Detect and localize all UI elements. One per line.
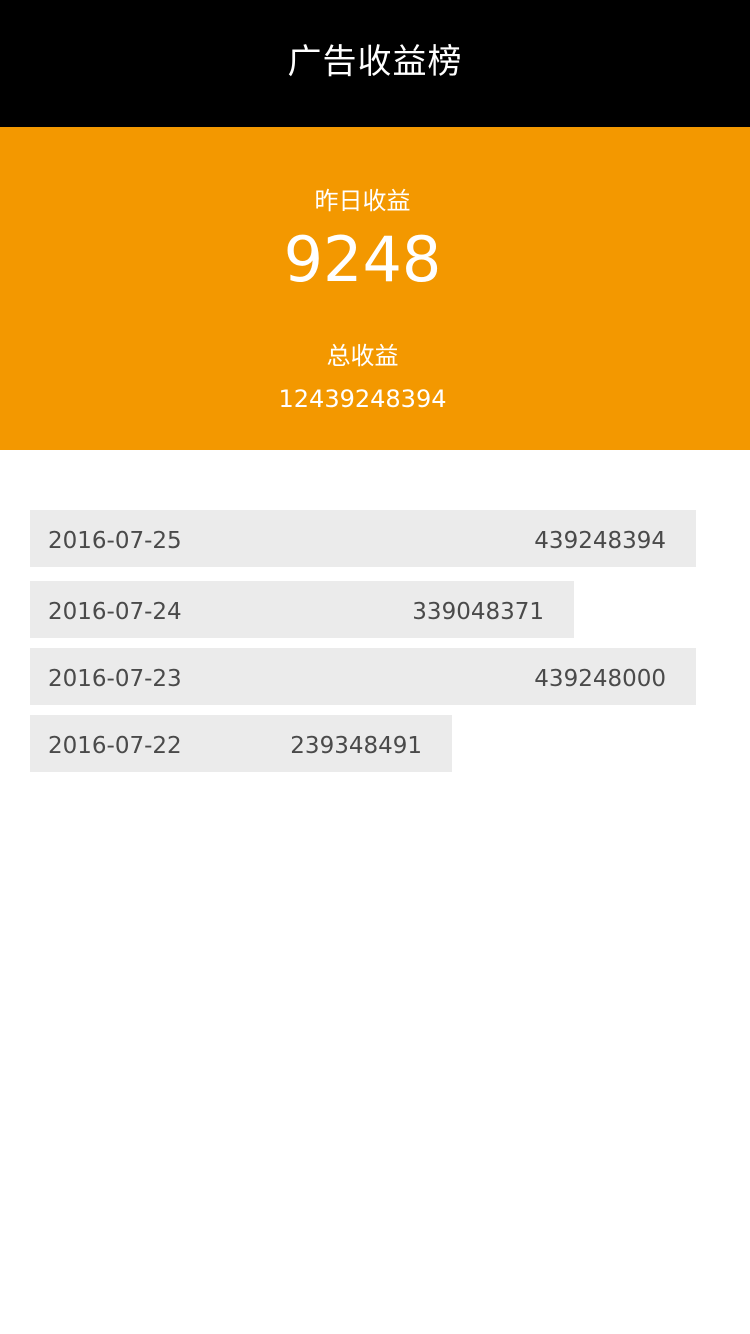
yesterday-earnings-value: 9248	[283, 223, 442, 296]
earnings-summary: 昨日收益 9248 总收益 12439248394	[0, 127, 750, 450]
ranking-row[interactable]: 2016-07-22 239348491	[30, 715, 452, 772]
row-date: 2016-07-25	[48, 528, 182, 554]
ranking-row[interactable]: 2016-07-24 339048371	[30, 581, 574, 638]
row-date: 2016-07-22	[48, 733, 182, 759]
row-amount: 439248000	[534, 666, 666, 692]
row-date: 2016-07-23	[48, 666, 182, 692]
row-date: 2016-07-24	[48, 599, 182, 625]
top-bar: 广告收益榜	[0, 0, 750, 127]
total-earnings-label: 总收益	[326, 342, 399, 370]
yesterday-earnings-label: 昨日收益	[314, 187, 411, 215]
page-title: 广告收益榜	[287, 41, 463, 82]
row-amount: 239348491	[290, 733, 422, 759]
row-amount: 339048371	[412, 599, 544, 625]
total-earnings-value: 12439248394	[278, 385, 447, 413]
ranking-row[interactable]: 2016-07-23 439248000	[30, 648, 696, 705]
row-amount: 439248394	[534, 528, 666, 554]
ranking-row[interactable]: 2016-07-25 439248394	[30, 510, 696, 567]
